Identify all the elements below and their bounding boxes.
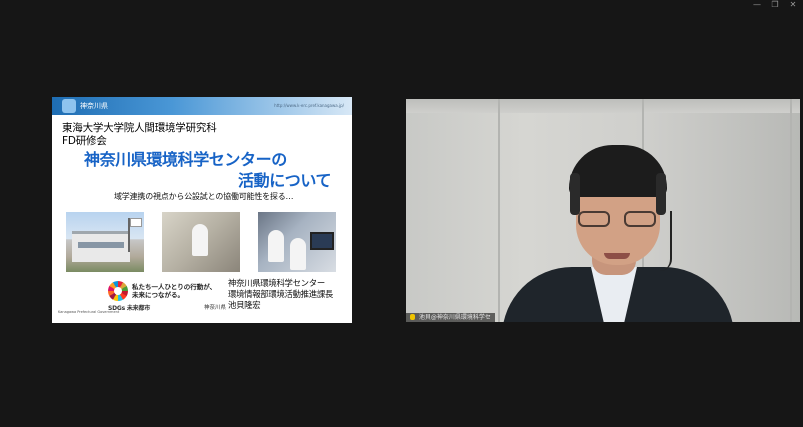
government-label: Kanagawa Prefectural Government: [58, 310, 120, 314]
lab-sampling-photo: [162, 212, 240, 272]
shared-screen-tile[interactable]: 神奈川県 http://www.k-erc.pref.kanagawa.jp/ …: [52, 97, 352, 323]
wall-seam: [790, 99, 792, 322]
participant-hair-side: [570, 173, 580, 215]
slide-header-prefecture: 神奈川県: [80, 102, 108, 110]
sdgs-wheel-icon: [108, 281, 128, 301]
slide-header-url: http://www.k-erc.pref.kanagawa.jp/: [274, 103, 344, 108]
minimize-icon[interactable]: —: [753, 1, 761, 11]
slide-subtitle: 域学連携の視点から公設試との協働可能性を探る…: [114, 192, 294, 201]
prefecture-logo-icon: [62, 99, 76, 113]
microphone-icon: [410, 314, 415, 320]
participant-name: 池貝@神奈川県環境科学セ: [418, 314, 491, 321]
participant-name-tag: 池貝@神奈川県環境科学セ: [406, 313, 495, 322]
building-icon: [72, 231, 130, 262]
prefecture-mark-label: 神奈川県: [204, 305, 227, 311]
glasses-lens: [578, 211, 610, 227]
close-icon[interactable]: ✕: [789, 1, 797, 11]
ceiling-band: [406, 99, 800, 113]
glasses-icon: [578, 211, 658, 229]
slide-title-line2: 活動について: [238, 171, 332, 190]
participant-video-tile[interactable]: [406, 99, 800, 322]
presenter-name: 池貝隆宏: [228, 300, 261, 310]
glasses-lens: [624, 211, 656, 227]
participant-mouth: [604, 253, 630, 259]
slide-header-bar: 神奈川県 http://www.k-erc.pref.kanagawa.jp/: [52, 97, 352, 115]
restore-icon[interactable]: ❐: [771, 1, 779, 11]
participant-hair-side: [656, 173, 666, 215]
lab-analysis-photo: [258, 212, 336, 272]
meeting-window: — ❐ ✕ 神奈川県 http://www.k-erc.pref.kanagaw…: [0, 0, 803, 427]
building-photo: [66, 212, 144, 272]
headset-icon: [660, 211, 672, 271]
monitor-icon: [310, 232, 334, 250]
window-controls: — ❐ ✕: [747, 0, 803, 12]
sdgs-slogan-line2: 未来につながる。: [132, 291, 184, 299]
flag-icon: [128, 218, 142, 252]
researcher-figure-icon: [268, 230, 284, 262]
researcher-figure-icon: [192, 224, 208, 256]
wall-seam: [498, 99, 500, 322]
researcher-figure-icon: [290, 238, 306, 270]
participant-hair: [569, 145, 667, 197]
